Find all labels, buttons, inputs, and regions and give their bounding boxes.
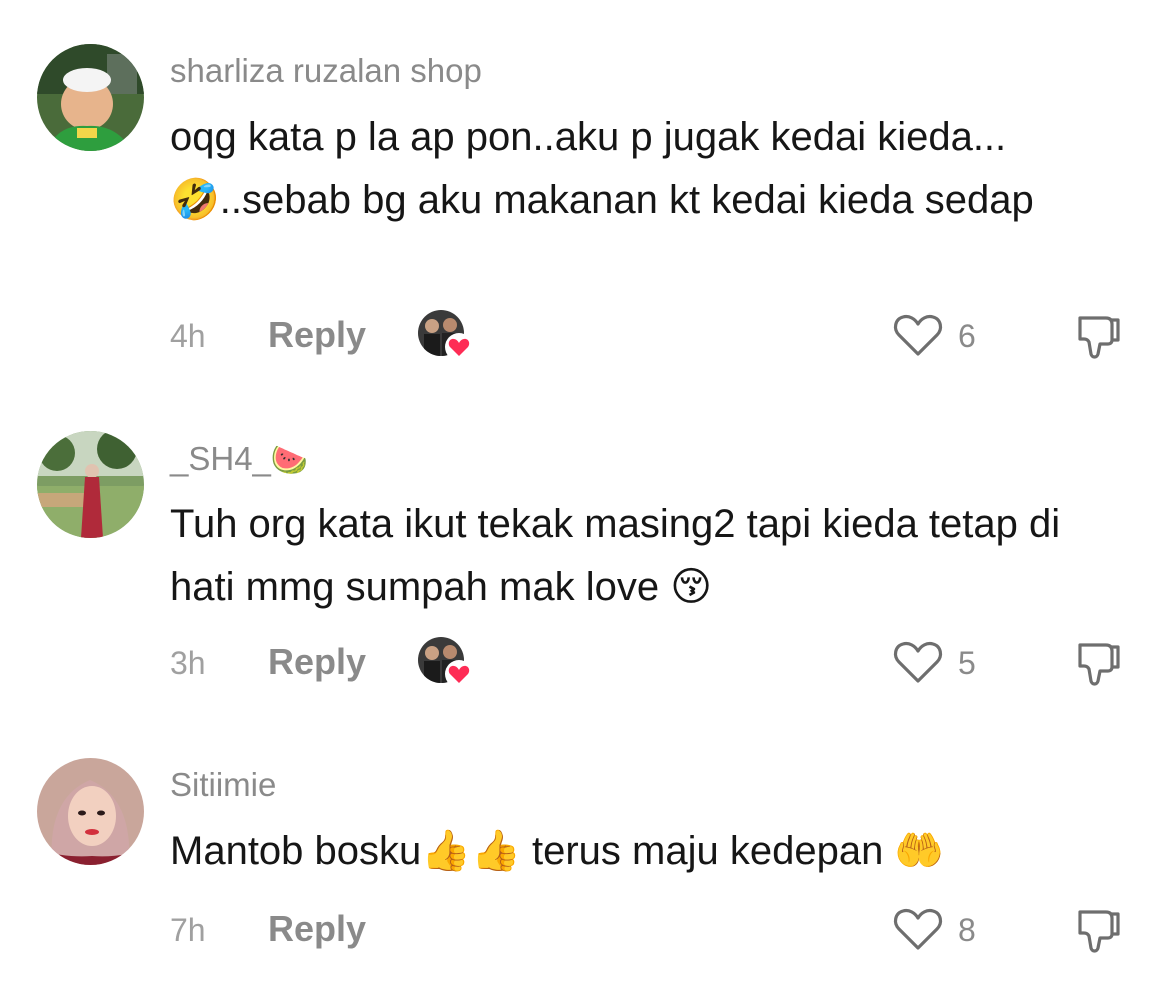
comment-time: 3h [170,645,206,681]
like-count: 5 [958,645,976,681]
avatar[interactable] [37,431,144,538]
creator-heart-badge-icon [445,333,473,361]
comment-text: Tuh org kata ikut tekak masing2 tapi kie… [170,502,1061,609]
comment-username[interactable]: Sitiimie [170,766,276,804]
comment-time: 7h [170,912,206,948]
comment-text: Mantob bosku👍👍 terus maju kedepan 🤲 [170,829,945,873]
comment-time: 4h [170,318,206,354]
thumbs-down-icon[interactable] [1072,904,1124,956]
heart-outline-icon[interactable] [890,310,946,360]
heart-outline-icon[interactable] [890,637,946,687]
comment-username[interactable]: _SH4_🍉 [170,440,308,478]
like-count: 8 [958,912,976,948]
creator-liked-indicator [418,637,474,689]
creator-heart-badge-icon [445,660,473,688]
avatar[interactable] [37,44,144,151]
username-emoji: 🍉 [270,444,309,477]
thumbs-down-icon[interactable] [1072,637,1124,689]
heart-outline-icon[interactable] [890,904,946,954]
reply-button[interactable]: Reply [268,641,366,683]
avatar[interactable] [37,758,144,865]
thumbs-down-icon[interactable] [1072,310,1124,362]
like-count: 6 [958,318,976,354]
comment-username[interactable]: sharliza ruzalan shop [170,52,482,90]
creator-liked-indicator [418,310,474,362]
reply-button[interactable]: Reply [268,908,366,950]
comment-text: oqg kata p la ap pon..aku p jugak kedai … [170,115,1034,222]
reply-button[interactable]: Reply [268,314,366,356]
